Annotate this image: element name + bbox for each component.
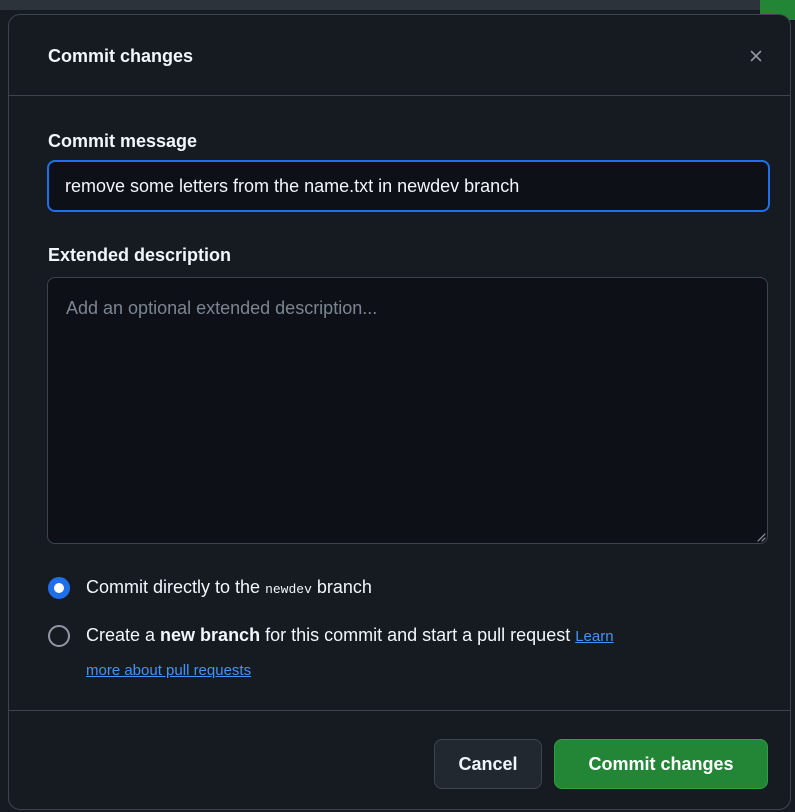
radio-commit-directly[interactable]: Commit directly to the newdev branch	[48, 576, 372, 606]
close-icon	[750, 50, 762, 62]
extended-description-textarea[interactable]	[47, 277, 768, 544]
commit-changes-button[interactable]: Commit changes	[554, 739, 768, 789]
dialog-header: Commit changes	[9, 15, 790, 96]
commit-directly-suffix: branch	[311, 577, 372, 597]
radio-new-branch[interactable]: Create a new branch for this commit and …	[48, 624, 748, 687]
commit-changes-dialog: Commit changes Commit message Extended d…	[8, 14, 791, 810]
close-button[interactable]	[742, 42, 770, 70]
commit-message-label: Commit message	[48, 131, 198, 151]
resize-handle-icon[interactable]	[756, 532, 766, 542]
learn-more-link[interactable]: Learn	[575, 628, 613, 645]
new-branch-label: Create a new branch for this commit and …	[86, 619, 614, 687]
learn-more-link-continued[interactable]: more about pull requests	[86, 662, 251, 679]
backdrop-toolbar	[0, 0, 795, 10]
radio-unchecked-icon[interactable]	[48, 625, 70, 647]
new-branch-prefix: Create a	[86, 625, 161, 645]
extended-description-label: Extended description	[48, 245, 232, 265]
radio-checked-icon[interactable]	[48, 577, 70, 599]
cancel-button[interactable]: Cancel	[434, 739, 542, 789]
new-branch-suffix: for this commit and start a pull request	[260, 625, 576, 645]
commit-directly-label: Commit directly to the newdev branch	[86, 571, 372, 606]
branch-name: newdev	[265, 582, 312, 597]
new-branch-bold: new branch	[160, 625, 261, 645]
commit-message-input[interactable]	[47, 160, 770, 212]
dialog-footer: Cancel Commit changes	[9, 710, 790, 809]
commit-directly-prefix: Commit directly to the	[86, 577, 266, 597]
dialog-title: Commit changes	[48, 46, 194, 66]
